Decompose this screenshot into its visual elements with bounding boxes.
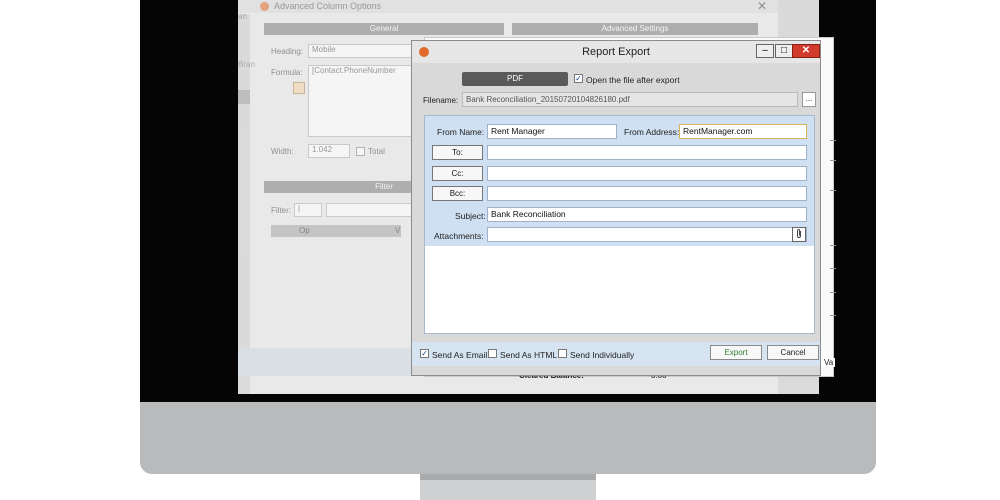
bg-left-strip — [238, 14, 250, 394]
v-column-header: V — [395, 226, 401, 235]
total-label: Total — [368, 147, 385, 156]
report-row-line — [830, 190, 836, 191]
filter-select[interactable]: | — [294, 203, 322, 217]
maximize-icon[interactable]: □ — [775, 44, 793, 58]
send-as-html-checkbox[interactable] — [488, 349, 497, 358]
to-button[interactable]: To: — [432, 145, 483, 160]
bcc-input[interactable] — [487, 186, 807, 201]
to-input[interactable] — [487, 145, 807, 160]
export-button[interactable]: Export — [710, 345, 762, 360]
report-row-line — [830, 140, 836, 141]
filter-label: Filter: — [271, 206, 291, 215]
report-export-dialog: Report Export – □ ✕ PDF ✓ Open the file … — [411, 40, 821, 376]
total-checkbox[interactable] — [356, 147, 365, 156]
bg-left-label: an — [238, 12, 247, 21]
minimize-icon[interactable]: – — [756, 44, 774, 58]
report-row-line — [830, 245, 836, 246]
send-individually-label: Send Individually — [570, 350, 635, 360]
format-pdf-button[interactable]: PDF — [462, 72, 568, 86]
op-column-header: Op — [299, 226, 310, 235]
report-row-line — [830, 160, 836, 161]
app-logo-icon — [260, 2, 269, 11]
send-as-html-label: Send As HTML — [500, 350, 558, 360]
bg-window-title: Advanced Column Options — [274, 1, 382, 11]
monitor-chin — [140, 402, 876, 474]
formula-builder-icon[interactable] — [293, 82, 305, 94]
width-input[interactable]: 1.042 — [308, 144, 350, 158]
filter-table-header: Op V — [271, 225, 401, 237]
bg-left-band — [238, 90, 250, 104]
bcc-button[interactable]: Bcc: — [432, 186, 483, 201]
report-row-line — [830, 268, 836, 269]
attachments-label: Attachments: — [434, 231, 484, 241]
cc-button[interactable]: Cc: — [432, 166, 483, 181]
open-after-export-label: Open the file after export — [586, 75, 680, 85]
from-name-input[interactable]: Rent Manager — [487, 124, 617, 139]
attachments-input[interactable] — [487, 227, 807, 242]
email-panel: From Name: Rent Manager From Address: Re… — [424, 115, 815, 334]
from-name-label: From Name: — [437, 127, 485, 137]
send-individually-checkbox[interactable] — [558, 349, 567, 358]
filename-label: Filename: — [423, 96, 459, 105]
width-label: Width: — [271, 147, 294, 156]
subject-input[interactable]: Bank Reconciliation — [487, 207, 807, 222]
general-panel-header: General — [264, 23, 504, 35]
report-row-line — [830, 292, 836, 293]
from-address-input[interactable]: RentManager.com — [679, 124, 807, 139]
filename-input[interactable]: Bank Reconciliation_20150720104826180.pd… — [462, 92, 798, 107]
send-as-email-checkbox[interactable]: ✓ — [420, 349, 429, 358]
bg-close-icon[interactable]: ✕ — [757, 0, 767, 13]
send-as-email-label: Send As Email — [432, 350, 488, 360]
advanced-settings-header: Advanced Settings — [512, 23, 758, 35]
subject-label: Subject: — [455, 211, 486, 221]
open-after-export-checkbox[interactable]: ✓ — [574, 74, 583, 83]
heading-label: Heading: — [271, 47, 304, 56]
from-address-label: From Address: — [624, 127, 680, 137]
bg-left-label: Bran — [238, 60, 255, 69]
paperclip-icon-glyph — [797, 229, 801, 238]
cancel-button[interactable]: Cancel — [767, 345, 819, 360]
browse-button[interactable]: ... — [802, 92, 816, 107]
monitor-stand-shadow — [420, 474, 596, 480]
formula-label: Formula: — [271, 68, 303, 77]
close-icon[interactable]: ✕ — [792, 44, 820, 58]
report-value-text: Va — [822, 358, 836, 367]
cc-input[interactable] — [487, 166, 807, 181]
report-row-line — [830, 315, 836, 316]
paperclip-icon[interactable] — [792, 227, 806, 242]
